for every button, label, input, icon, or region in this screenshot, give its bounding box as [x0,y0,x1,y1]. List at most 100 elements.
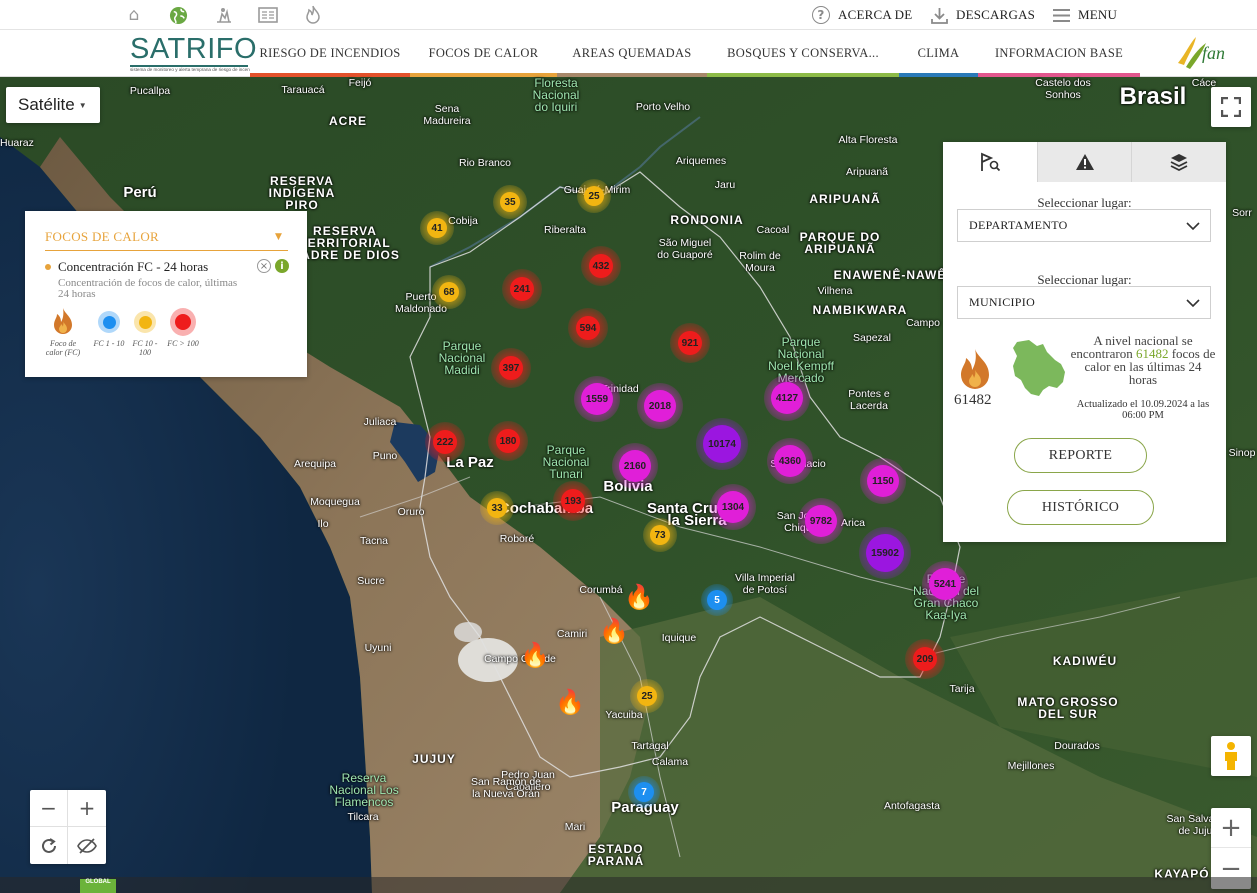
fire-cluster-marker[interactable]: 241 [502,269,542,309]
cluster-count: 15902 [866,534,904,572]
fire-cluster-marker[interactable]: 921 [670,323,710,363]
nav-riesgo-incendios[interactable]: RIESGO DE INCENDIOS [250,30,410,77]
fire-cluster-marker[interactable]: 68 [432,275,466,309]
map-place-label: Campo [906,317,940,329]
fire-symbol-icon[interactable]: 🔥 [520,641,550,671]
nav-informacion-base[interactable]: INFORMACION BASE [978,30,1140,77]
tab-layers[interactable] [1131,142,1227,182]
menu-link[interactable]: MENU [1052,6,1117,24]
fire-cluster-marker[interactable]: 180 [488,421,528,461]
cluster-count: 10174 [703,425,741,463]
fire-symbol-icon[interactable]: 🔥 [624,583,654,613]
fullscreen-button[interactable] [1211,87,1251,127]
map-place-label: KADIWÉU [1052,654,1118,668]
legend-item-label: Foco de calor (FC) [45,339,81,357]
fire-cluster-marker[interactable]: 33 [480,491,514,525]
document-icon[interactable] [257,4,279,26]
fire-cluster-marker[interactable]: 222 [425,422,465,462]
home-icon[interactable]: ⌂ [123,4,145,26]
map-place-label: ACRE [328,114,367,128]
remove-layer-icon[interactable]: × [257,259,271,273]
fire-cluster-marker[interactable]: 2018 [637,383,683,429]
info-icon[interactable]: i [275,259,289,273]
departamento-select[interactable]: DEPARTAMENTO [957,209,1211,242]
municipio-select[interactable]: MUNICIPIO [957,286,1211,319]
nav-clima[interactable]: CLIMA [899,30,978,77]
map-place-label: Feijó [348,77,372,89]
fire-monitor-icon[interactable] [213,4,235,26]
fire-cluster-marker[interactable]: 594 [568,308,608,348]
fire-cluster-marker[interactable]: 4360 [767,438,813,484]
history-button[interactable]: HISTÓRICO [1007,490,1154,525]
fire-cluster-marker[interactable]: 9782 [798,498,844,544]
toggle-visibility-button[interactable] [68,827,106,864]
downloads-link[interactable]: DESCARGAS [930,6,1035,24]
map-place-label: ENAWENÊ-NAWÊ [833,268,947,282]
globe-icon[interactable] [167,4,189,26]
cluster-count: 222 [433,430,457,454]
fire-cluster-marker[interactable]: 25 [630,679,664,713]
fire-cluster-marker[interactable]: 1150 [860,458,906,504]
map-place-label: Pontes e Lacerda [848,388,890,412]
fire-symbol-icon[interactable]: 🔥 [555,688,585,718]
fire-cluster-marker[interactable]: 1559 [574,376,620,422]
fan-logo[interactable]: fan [1172,33,1234,73]
satrifo-app: ⌂ ? ACERCA DE DESCARGAS MENU SATRIFO sis… [0,0,1257,893]
tab-search-location[interactable] [943,142,1037,182]
cluster-count: 33 [487,498,507,518]
fire-cluster-marker[interactable]: 2160 [612,443,658,489]
tab-alerts[interactable] [1036,142,1132,182]
nav-bosques-conservacion[interactable]: BOSQUES Y CONSERVA... [707,30,899,77]
zoom-in-button[interactable]: + [68,790,106,827]
nav-areas-quemadas[interactable]: AREAS QUEMADAS [557,30,707,77]
report-button[interactable]: REPORTE [1014,438,1147,473]
fire-cluster-marker[interactable]: 5 [701,584,733,616]
fire-symbol-icon[interactable]: 🔥 [599,617,629,647]
fire-cluster-marker[interactable]: 15902 [859,527,911,579]
map-place-label: Juliaca [363,416,397,428]
updated-timestamp: Actualizado el 10.09.2024 a las 06:00 PM [1076,399,1210,421]
cluster-count: 921 [678,331,702,355]
street-view-pegman[interactable] [1211,736,1251,776]
satrifo-logo[interactable]: SATRIFO sistema de monitoreo y alerta te… [130,34,257,76]
fire-cluster-marker[interactable]: 35 [493,185,527,219]
fire-cluster-marker[interactable]: 5241 [922,561,968,607]
national-fire-icon [958,348,994,392]
fire-cluster-marker[interactable]: 432 [581,246,621,286]
map-place-label: Mari [564,821,586,833]
history-button-label: HISTÓRICO [1041,499,1120,515]
fire-cluster-marker[interactable]: 73 [643,518,677,552]
cluster-count: 25 [584,186,604,206]
refresh-button[interactable] [30,827,68,864]
nav-label: AREAS QUEMADAS [572,46,692,60]
fire-cluster-marker[interactable]: 397 [491,348,531,388]
fire-cluster-marker[interactable]: 4127 [764,375,810,421]
cluster-count: 5241 [929,568,961,600]
legend-title[interactable]: FOCOS DE CALOR [45,229,159,245]
basemap-select[interactable]: Satélite ▼ [6,87,100,123]
legend-blue-dot [98,311,120,333]
fire-cluster-marker[interactable]: 193 [553,481,593,521]
map-zoom-in-button[interactable]: + [1211,808,1251,848]
fire-cluster-marker[interactable]: 1304 [710,484,756,530]
map-place-label: Huaraz [0,137,34,149]
caret-down-icon[interactable]: ▼ [275,232,282,242]
national-count: 61482 [954,392,992,408]
legend-panel: FOCOS DE CALOR ▼ Concentración FC - 24 h… [25,211,307,377]
nav-focos-calor[interactable]: FOCOS DE CALOR [410,30,557,77]
map-place-label: Puno [372,450,398,462]
fire-cluster-marker[interactable]: 209 [905,639,945,679]
national-summary: A nivel nacional se encontraron 61482 fo… [1069,334,1217,386]
fire-cluster-marker[interactable]: 7 [628,776,660,808]
legend-yellow-dot [134,311,156,333]
fire-cluster-marker[interactable]: 25 [577,179,611,213]
fire-cluster-marker[interactable]: 10174 [696,418,748,470]
zoom-out-button[interactable]: − [30,790,68,827]
global-badge-logo: GLOBAL [80,879,116,893]
map-place-label: Jaru [714,179,736,191]
map-place-label: Moquegua [310,496,360,508]
flame-icon[interactable] [302,4,324,26]
fire-cluster-marker[interactable]: 41 [420,211,454,245]
chevron-down-icon [1186,222,1200,231]
about-link[interactable]: ? ACERCA DE [812,6,912,24]
